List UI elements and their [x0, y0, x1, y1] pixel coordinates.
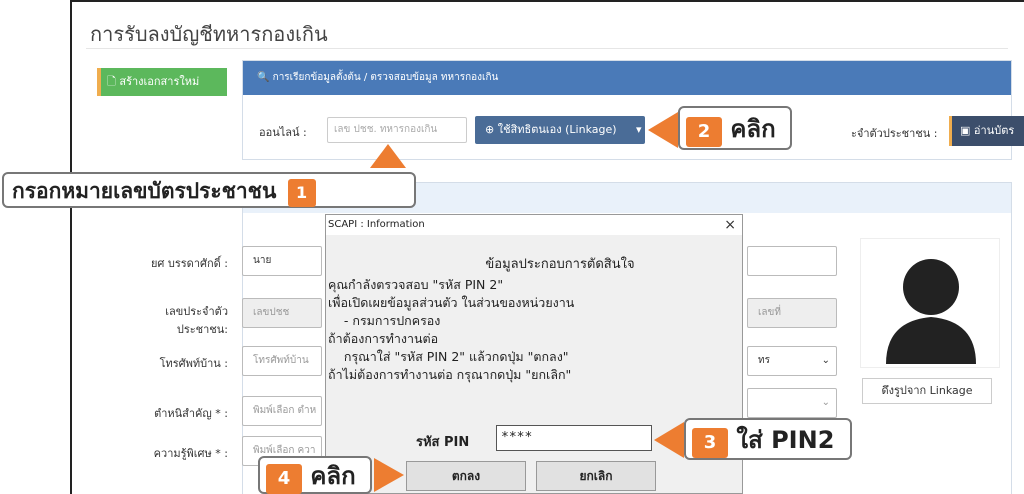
read-card-button[interactable]: ▣ อ่านบัตร: [949, 116, 1024, 146]
step4-number: 4: [266, 464, 302, 494]
dialog-line: ถ้าต้องการทำงานต่อ: [328, 331, 439, 346]
dialog-title-bar: SCAPI : Information ×: [326, 215, 742, 235]
step3-text: ใส่ PIN2: [736, 426, 835, 454]
cancel-button[interactable]: ยกเลิก: [536, 461, 656, 491]
person-silhouette-icon: [886, 259, 976, 364]
pin-input[interactable]: ****: [496, 425, 652, 451]
pull-photo-button[interactable]: ดึงรูปจาก Linkage: [862, 378, 992, 404]
step4-text: คลิก: [310, 462, 356, 490]
close-icon[interactable]: ×: [724, 217, 736, 233]
linkage-button[interactable]: ⊕ ใช้สิทธิตนเอง (Linkage) ▾: [475, 116, 645, 144]
skill-label: ความรู้พิเศษ * :: [153, 447, 228, 460]
chevron-down-icon: ▾: [636, 123, 642, 136]
mark-label: ตำหนิสำคัญ * :: [154, 407, 228, 420]
step1-text: กรอกหมายเลขบัตรประชาชน: [12, 179, 277, 203]
new-document-label: สร้างเอกสารใหม่: [119, 75, 200, 88]
page-title: การรับลงบัญชีทหารกองเกิน: [90, 22, 328, 46]
new-document-button[interactable]: 🗋 สร้างเอกสารใหม่: [97, 68, 227, 96]
right-select[interactable]: ทร ⌄: [747, 346, 837, 376]
search-panel: 🔍 การเรียกข้อมูลตั้งต้น / ตรวจสอบข้อมูล …: [242, 60, 1024, 160]
citizen-id-label-1: เลขประจำตัว: [165, 305, 228, 318]
step3-arrow: [654, 422, 684, 458]
right-select-2[interactable]: ⌄: [747, 388, 837, 418]
search-panel-header: 🔍 การเรียกข้อมูลตั้งต้น / ตรวจสอบข้อมูล …: [243, 61, 1011, 95]
step2-number: 2: [686, 117, 722, 147]
step1-callout: กรอกหมายเลขบัตรประชาชน 1: [2, 172, 416, 208]
dialog-line: กรุณาใส่ "รหัส PIN 2" แล้วกดปุ่ม "ตกลง": [328, 349, 569, 364]
chevron-down-icon: ⌄: [821, 397, 830, 408]
step1-number: 1: [287, 179, 316, 207]
dialog-line: - กรมการปกครอง: [328, 313, 441, 328]
read-card-label: อ่านบัตร: [973, 124, 1015, 137]
dialog-heading: ข้อมูลประกอบการตัดสินใจ: [485, 257, 635, 272]
step4-callout: 4 คลิก: [258, 456, 372, 494]
right-select-value: ทร: [758, 355, 770, 366]
search-icon: 🔍: [257, 72, 270, 83]
mark-field[interactable]: พิมพ์เลือก ตำห: [242, 396, 322, 426]
linkage-button-label: ใช้สิทธิตนเอง (Linkage): [497, 123, 617, 136]
card-icon: ▣: [960, 124, 971, 137]
step2-callout: 2 คลิก: [678, 106, 792, 150]
globe-icon: ⊕: [485, 123, 495, 136]
ok-button[interactable]: ตกลง: [406, 461, 526, 491]
step2-arrow: [648, 112, 678, 148]
dialog-line: เพื่อเปิดเผยข้อมูลส่วนตัว ในส่วนของหน่วย…: [328, 295, 575, 310]
dialog-title: SCAPI : Information: [328, 219, 425, 230]
dialog-line: คุณกำลังตรวจสอบ "รหัส PIN 2": [328, 277, 504, 292]
avatar: [860, 238, 1000, 368]
step2-text: คลิก: [730, 115, 776, 143]
document-icon: 🗋: [107, 75, 116, 88]
right-field-1[interactable]: [747, 246, 837, 276]
step1-arrow: [370, 144, 406, 168]
home-phone-field[interactable]: โทรศัพท์บ้าน: [242, 346, 322, 376]
step3-callout: 3 ใส่ PIN2: [684, 418, 852, 460]
right-field-2[interactable]: เลขที่: [747, 298, 837, 328]
pin-label: รหัส PIN: [416, 435, 470, 450]
id-card-label: ะจำตัวประชาชน :: [851, 127, 938, 140]
online-label: ออนไลน์ :: [259, 126, 307, 139]
title-divider: [86, 48, 1008, 49]
home-phone-label: โทรศัพท์บ้าน :: [159, 357, 228, 370]
dialog-line: ถ้าไม่ต้องการทำงานต่อ กรุณากดปุ่ม "ยกเลิ…: [328, 367, 572, 382]
step4-arrow: [374, 458, 404, 492]
citizen-id-input[interactable]: เลข ปชช. ทหารกองเกิน: [327, 117, 467, 143]
rank-field[interactable]: นาย: [242, 246, 322, 276]
rank-label: ยศ บรรดาศักดิ์ :: [150, 257, 228, 270]
search-panel-title: การเรียกข้อมูลตั้งต้น / ตรวจสอบข้อมูล ทห…: [272, 72, 499, 83]
citizen-id-label-2: ประชาชน:: [176, 323, 228, 336]
citizen-id-field[interactable]: เลขปชช: [242, 298, 322, 328]
chevron-down-icon: ⌄: [821, 355, 830, 366]
step3-number: 3: [692, 428, 728, 458]
